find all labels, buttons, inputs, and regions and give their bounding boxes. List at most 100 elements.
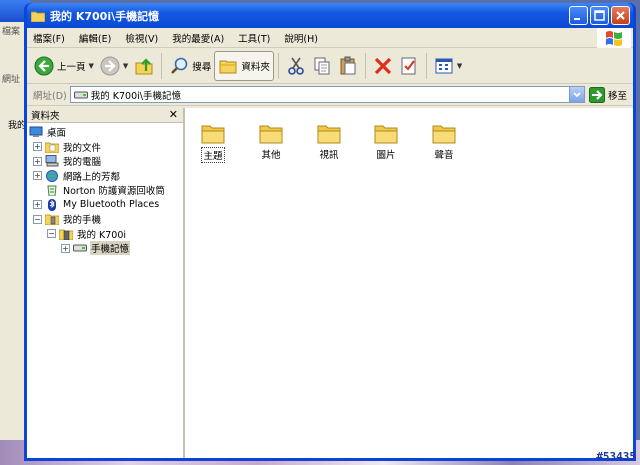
drive-icon — [73, 244, 87, 252]
toolbar-separator — [364, 52, 366, 79]
tree-item-network-places[interactable]: + 網路上的芳鄰 — [27, 169, 183, 184]
tree-item-bluetooth-places[interactable]: + My Bluetooth Places — [27, 198, 183, 213]
windows-logo-icon — [597, 28, 631, 48]
collapse-icon[interactable]: − — [47, 229, 56, 239]
chevron-down-icon[interactable]: ▼ — [123, 62, 128, 70]
folder-item[interactable]: 圖片 — [362, 122, 410, 161]
delete-button[interactable] — [370, 51, 396, 81]
back-button[interactable]: 上一頁 ▼ — [31, 51, 97, 81]
address-label: 網址(D) — [33, 90, 67, 102]
tree-item-desktop[interactable]: 桌面 — [27, 125, 183, 140]
expand-icon[interactable]: + — [33, 142, 42, 152]
address-bar: 網址(D) 我的 K700i\手機記憶 移至 — [27, 84, 633, 106]
folder-label: 主題 — [201, 147, 225, 163]
toolbar: 上一頁 ▼ ▼ 搜尋 資料夾 ▼ — [27, 48, 633, 84]
folder-icon — [432, 125, 456, 144]
tree-item-label: 我的文件 — [63, 142, 102, 154]
folders-pane: 資料夾 ✕ 桌面 + 我的文件 + 我的電腦 + 網路上的芳鄰 Norton 防… — [27, 108, 185, 458]
title-bar[interactable]: 我的 K700i\手機記憶 — [27, 3, 633, 28]
close-icon — [616, 11, 625, 20]
minimize-icon — [574, 18, 580, 20]
views-button[interactable]: ▼ — [431, 51, 465, 81]
copy-icon — [314, 57, 330, 74]
folder-label: 圖片 — [376, 150, 396, 161]
tree-item-my-documents[interactable]: + 我的文件 — [27, 140, 183, 155]
network-globe-icon — [46, 169, 58, 182]
expand-icon[interactable]: + — [33, 200, 42, 210]
phone-folder-icon — [45, 214, 59, 226]
folder-icon — [259, 125, 283, 144]
go-label: 移至 — [607, 90, 627, 102]
folder-icon — [201, 125, 225, 144]
folder-item[interactable]: 視訊 — [305, 122, 353, 161]
folder-icon — [317, 125, 341, 144]
documents-folder-icon — [45, 142, 59, 153]
tree-item-k700i[interactable]: − 我的 K700i — [27, 227, 183, 242]
watermark: #53435 — [596, 450, 636, 463]
tree-item-my-computer[interactable]: + 我的電腦 — [27, 154, 183, 169]
folder-label: 聲音 — [434, 150, 454, 161]
background-menu-fragment: 檔案 — [2, 27, 21, 37]
folder-item[interactable]: 主題 — [189, 122, 237, 163]
forward-arrow-icon — [100, 56, 120, 75]
cut-button[interactable] — [283, 51, 309, 81]
tree-item-label: 桌面 — [47, 128, 67, 140]
expand-icon[interactable]: + — [33, 171, 42, 181]
expand-icon[interactable]: + — [33, 156, 42, 166]
minimize-button[interactable] — [569, 6, 588, 25]
tree-item-label: 我的電腦 — [63, 157, 102, 169]
scissors-icon — [288, 57, 304, 75]
address-value: 我的 K700i\手機記憶 — [90, 90, 181, 102]
folder-item[interactable]: 其他 — [247, 122, 295, 161]
chevron-down-icon — [573, 91, 581, 97]
panes: 資料夾 ✕ 桌面 + 我的文件 + 我的電腦 + 網路上的芳鄰 Norton 防… — [27, 108, 633, 458]
folders-pane-title: 資料夾 — [31, 111, 60, 122]
tree-item-my-phone[interactable]: − 我的手機 — [27, 212, 183, 227]
menu-favorites[interactable]: 我的最愛(A) — [172, 31, 224, 45]
folders-button[interactable]: 資料夾 — [214, 50, 274, 81]
properties-button[interactable] — [396, 51, 422, 81]
address-dropdown-button[interactable] — [568, 87, 584, 102]
paste-icon — [340, 56, 356, 74]
search-button[interactable]: 搜尋 — [166, 51, 214, 81]
menu-help[interactable]: 說明(H) — [284, 31, 318, 45]
bluetooth-icon — [48, 198, 56, 211]
collapse-icon[interactable]: − — [33, 214, 42, 224]
computer-icon — [45, 155, 59, 167]
tree-item-label: 我的 K700i — [77, 229, 127, 241]
tree-item-phone-memory[interactable]: + 手機記憶 — [27, 241, 183, 256]
delete-icon — [374, 57, 391, 74]
up-folder-button[interactable] — [131, 51, 157, 81]
drive-icon — [73, 91, 88, 98]
phone-icon — [59, 229, 73, 240]
maximize-button[interactable] — [590, 6, 609, 25]
copy-button[interactable] — [309, 51, 335, 81]
close-pane-button[interactable]: ✕ — [169, 108, 178, 121]
file-list: 主題 其他 視訊 圖片 聲音 — [185, 108, 633, 458]
expand-icon[interactable]: + — [61, 243, 70, 253]
background-address-fragment: 網址 — [2, 75, 21, 85]
back-arrow-icon — [34, 56, 54, 75]
search-icon — [171, 57, 188, 74]
folder-item[interactable]: 聲音 — [420, 122, 468, 161]
recycle-bin-icon — [47, 185, 57, 197]
tree-item-recycle-bin[interactable]: Norton 防護資源回收筒 — [27, 183, 183, 198]
explorer-window: 我的 K700i\手機記憶 檔案(F) 編輯(E) 檢視(V) 我的最愛(A) … — [24, 3, 636, 461]
menu-edit[interactable]: 編輯(E) — [79, 31, 111, 45]
address-input[interactable]: 我的 K700i\手機記憶 — [69, 86, 585, 103]
views-icon — [435, 58, 453, 73]
close-button[interactable] — [611, 6, 630, 25]
toolbar-separator — [161, 52, 163, 79]
chevron-down-icon[interactable]: ▼ — [457, 62, 462, 70]
go-button[interactable]: 移至 — [588, 86, 627, 103]
tree-item-label: 網路上的芳鄰 — [63, 171, 121, 183]
menu-bar: 檔案(F) 編輯(E) 檢視(V) 我的最愛(A) 工具(T) 說明(H) — [27, 28, 633, 48]
folder-label: 其他 — [261, 150, 281, 161]
menu-file[interactable]: 檔案(F) — [33, 31, 65, 45]
menu-view[interactable]: 檢視(V) — [125, 31, 158, 45]
paste-button[interactable] — [335, 51, 361, 81]
chevron-down-icon[interactable]: ▼ — [89, 62, 94, 70]
menu-tools[interactable]: 工具(T) — [238, 31, 270, 45]
forward-button[interactable]: ▼ — [97, 51, 131, 81]
tree-item-label: 手機記憶 — [90, 241, 131, 256]
